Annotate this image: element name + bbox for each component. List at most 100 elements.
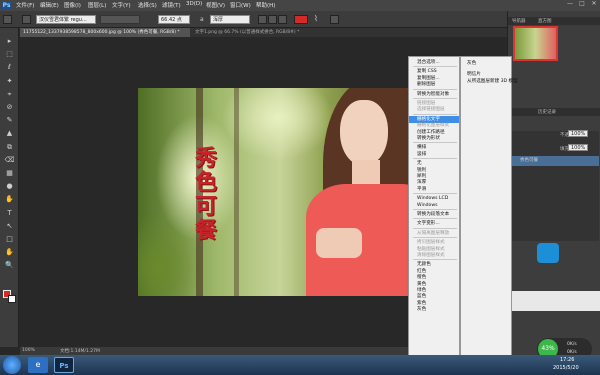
menu-separator	[413, 113, 457, 115]
context-menu-item[interactable]: 混合选项...	[409, 59, 459, 66]
net-up: 0K/s	[567, 342, 577, 347]
tool-icon[interactable]: ▲	[4, 128, 15, 139]
tool-icon[interactable]: ▸	[4, 36, 15, 47]
clock-date: 2015/5/20	[553, 365, 579, 371]
context-menu-item[interactable]: 竖排	[409, 151, 459, 158]
tab-document-1[interactable]: 11755122_1337938598578_800x600.jpg @ 100…	[20, 28, 190, 37]
right-panels: 导航器 直方图 历史记录 不透明度: 100% 填充: 100% 秀色可餐	[507, 11, 600, 355]
context-menu-item[interactable]: 文字变形...	[409, 220, 459, 227]
menu-separator	[413, 227, 457, 229]
menu-item[interactable]: 图层(L)	[88, 1, 106, 9]
menu-item[interactable]: 选择(S)	[138, 1, 157, 9]
font-family-select[interactable]: 汉仪雪君体繁 regu...	[36, 15, 96, 24]
font-style-select[interactable]	[100, 15, 140, 24]
font-size-field[interactable]: 66.42 点	[158, 15, 190, 24]
character-panel-icon[interactable]	[330, 15, 339, 24]
tool-icon[interactable]: ✋	[4, 247, 15, 258]
menu-separator	[413, 88, 457, 90]
menu-item[interactable]: 窗口(W)	[230, 1, 251, 9]
menu-item[interactable]: 编辑(E)	[40, 1, 59, 9]
menu-bar: Ps — □ ✕ 文件(F) 编辑(E) 图像(I) 图层(L) 文字(Y) 选择(S) 滤镜(…	[0, 0, 600, 11]
antialias-select[interactable]: 浑厚	[210, 15, 250, 24]
calligraphy-text[interactable]: 秀色可餐	[191, 146, 217, 286]
submenu-item-3d[interactable]: 从所选图层新建 3D 模型	[461, 78, 518, 85]
tool-icon[interactable]: ▦	[4, 168, 15, 179]
clock-time: 17:26	[560, 357, 575, 363]
text-orientation-icon[interactable]	[22, 15, 31, 24]
menu-separator	[413, 66, 457, 68]
photo-canvas[interactable]: 秀色可餐	[138, 88, 454, 296]
fill-field[interactable]: 100%	[568, 144, 588, 151]
align-left-icon[interactable]	[258, 15, 267, 24]
close-button[interactable]: ✕	[588, 0, 600, 9]
tools-panel: ▸ ⬚ ℓ ✦ ⌖ ⊘ ✎ ▲ ⧉ ⌫ ▦ ● ✋ T ↖ □ ✋ 🔍	[0, 28, 19, 347]
menu-item[interactable]: 图像(I)	[64, 1, 81, 9]
context-menu-item[interactable]: 转换为智能对象	[409, 91, 459, 98]
antialias-icon: a	[200, 16, 204, 23]
navigator-thumbnail[interactable]	[513, 26, 558, 61]
tool-preset-icon[interactable]	[3, 15, 12, 24]
zoom-level[interactable]: 100%	[22, 348, 35, 353]
submenu-item-postcard[interactable]: 明信片	[461, 71, 511, 78]
menu-item[interactable]: 视图(V)	[206, 1, 225, 9]
tab-document-2[interactable]: 文字1.png @ 66.7% (以普通样式拼合, RGB/8#) *	[192, 28, 342, 37]
tool-icon[interactable]: ●	[4, 181, 15, 192]
photoshop-taskbar-icon[interactable]: Ps	[54, 357, 74, 373]
minimize-button[interactable]: —	[564, 0, 576, 9]
context-menu-item[interactable]: 平滑	[409, 186, 459, 193]
context-menu-item[interactable]: 转换为段落文本	[409, 211, 459, 218]
tool-icon[interactable]: 🔍	[4, 260, 15, 271]
background-color-swatch[interactable]	[8, 295, 16, 303]
start-button[interactable]	[3, 356, 21, 374]
app-logo: Ps	[2, 1, 11, 10]
tab-navigator[interactable]: 导航器	[512, 18, 526, 24]
menu-item[interactable]: 帮助(H)	[256, 1, 275, 9]
layers-panel: 不透明度: 100% 填充: 100% 秀色可餐	[510, 130, 599, 241]
context-menu-item[interactable]: 转换为形状	[409, 135, 459, 142]
submenu-item-gray[interactable]: 灰色	[461, 60, 511, 67]
menu-item[interactable]: 文件(F)	[16, 1, 34, 9]
tool-icon[interactable]: ⧉	[4, 142, 15, 153]
layer-row[interactable]: 秀色可餐	[510, 156, 599, 166]
context-menu-item: 选择链接图层	[417, 107, 445, 113]
tool-icon[interactable]: ℓ	[4, 62, 15, 73]
tool-icon[interactable]: ⬚	[4, 49, 15, 60]
menu-item[interactable]: 文字(Y)	[112, 1, 131, 9]
tool-icon[interactable]: ✎	[4, 115, 15, 126]
opacity-field[interactable]: 100%	[568, 130, 588, 137]
subject-face	[340, 100, 388, 166]
tool-icon[interactable]: □	[4, 234, 15, 245]
tool-icon[interactable]: ↖	[4, 221, 15, 232]
menu-separator	[413, 209, 457, 210]
context-menu-item: 清除图层样式	[417, 253, 445, 258]
tool-icon[interactable]: T	[4, 208, 15, 219]
wifi-share-icon[interactable]	[537, 243, 559, 263]
align-right-icon[interactable]	[278, 15, 287, 24]
tab-histogram[interactable]: 直方图	[538, 18, 552, 24]
tab-history[interactable]: 历史记录	[538, 109, 556, 115]
tool-icon[interactable]: ⊘	[4, 102, 15, 113]
menu-item[interactable]: 3D(D)	[186, 1, 202, 7]
menu-separator	[413, 193, 457, 195]
align-center-icon[interactable]	[268, 15, 277, 24]
tool-icon[interactable]: ✦	[4, 76, 15, 87]
context-menu-item[interactable]: 灰色	[409, 306, 459, 313]
menu-item[interactable]: 滤镜(T)	[162, 1, 181, 9]
context-menu-item[interactable]: 删除图层	[409, 81, 459, 88]
tool-icon[interactable]: ⌖	[4, 89, 15, 100]
context-menu-item: 从隔离图层释放	[417, 230, 450, 236]
tool-icon[interactable]: ⌫	[4, 155, 15, 166]
navigator-tabs: 导航器 直方图	[508, 17, 600, 25]
text-color-swatch[interactable]	[294, 15, 308, 24]
document-tabs: 11755122_1337938598578_800x600.jpg @ 100…	[20, 28, 507, 37]
window-controls: — □ ✕	[564, 0, 600, 11]
tool-icon[interactable]: ✋	[4, 194, 15, 205]
context-menu-item[interactable]: Windows	[409, 202, 459, 209]
menu-separator	[413, 142, 457, 144]
ie-icon[interactable]: e	[28, 357, 48, 373]
warp-text-icon[interactable]: ⌇	[314, 14, 318, 23]
menu-separator	[413, 259, 457, 261]
menu-separator	[413, 218, 457, 220]
menu-separator	[413, 158, 457, 160]
restore-button[interactable]: □	[576, 0, 588, 9]
